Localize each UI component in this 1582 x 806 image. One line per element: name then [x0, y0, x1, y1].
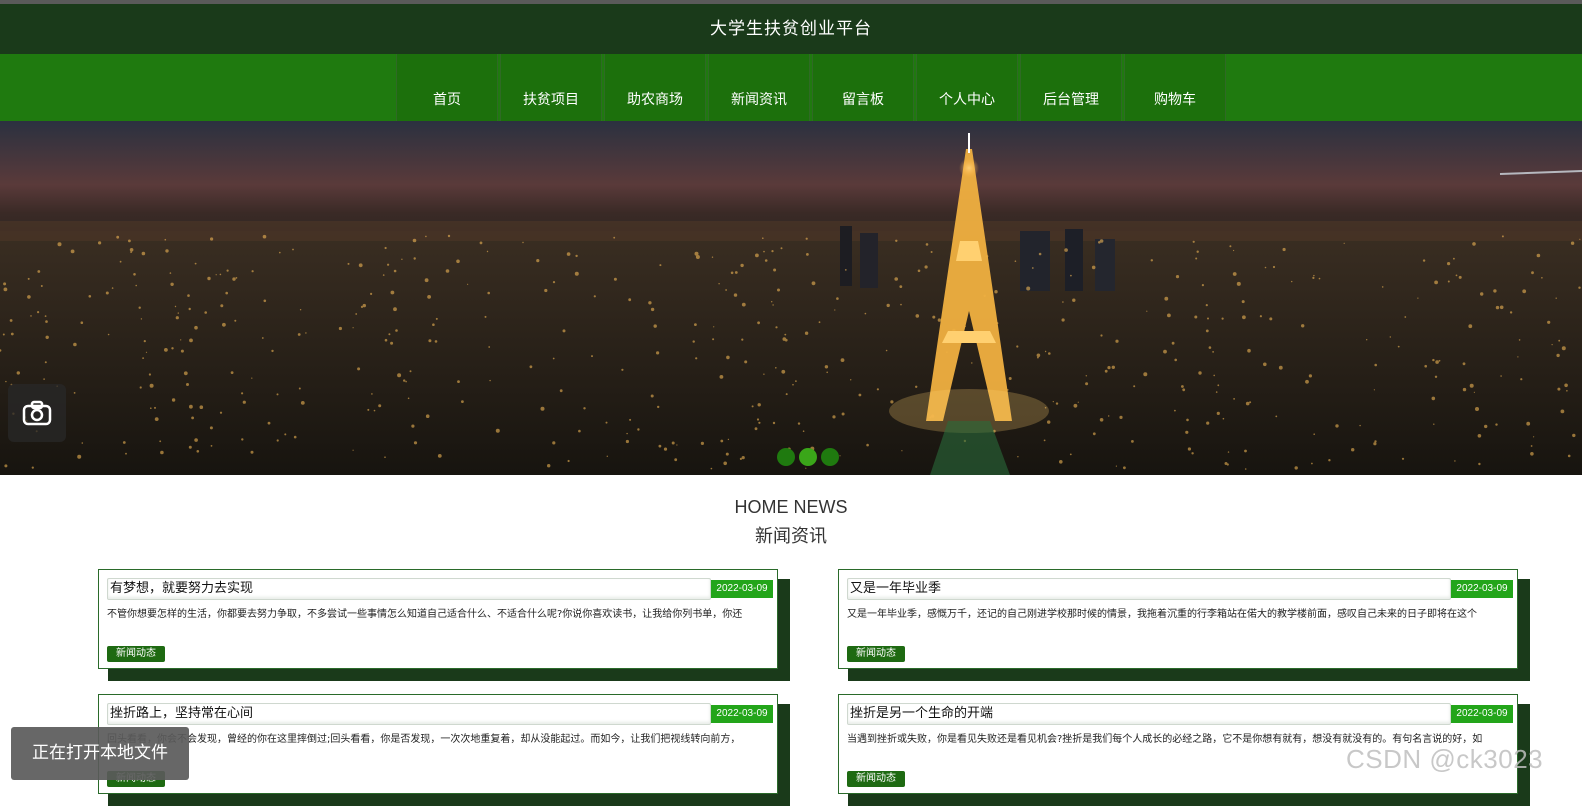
carousel-dot-1[interactable]	[777, 448, 795, 466]
news-card-tag[interactable]: 新闻动态	[847, 771, 905, 787]
news-card-body: 有梦想，就要努力去实现 2022-03-09 不管你想要怎样的生活，你都要去努力…	[98, 569, 778, 669]
site-title: 大学生扶贫创业平台	[710, 19, 872, 39]
site-title-bar: 大学生扶贫创业平台	[0, 4, 1582, 54]
news-card-tag[interactable]: 新闻动态	[107, 646, 165, 662]
news-card-summary: 不管你想要怎样的生活，你都要去努力争取，不多尝试一些事情怎么知道自己适合什么、不…	[107, 609, 743, 620]
news-card-summary: 又是一年毕业季，感慨万千，还记的自己刚进学校那时候的情景，我拖着沉重的行李箱站在…	[847, 609, 1477, 620]
news-card-tag[interactable]: 新闻动态	[847, 646, 905, 662]
news-card-title[interactable]: 挫折路上，坚持常在心间	[107, 703, 711, 725]
camera-icon	[22, 400, 52, 426]
nav-item-personal-center[interactable]: 个人中心	[916, 54, 1018, 121]
watermark: CSDN @ck3023	[1346, 744, 1544, 774]
nav-item-message-board[interactable]: 留言板	[812, 54, 914, 121]
nav-item-projects[interactable]: 扶贫项目	[500, 54, 602, 121]
nav-item-admin[interactable]: 后台管理	[1020, 54, 1122, 121]
news-card-title[interactable]: 挫折是另一个生命的开端	[847, 703, 1451, 725]
nav-item-market[interactable]: 助农商场	[604, 54, 706, 121]
city-night-image	[0, 133, 1582, 475]
opening-file-toast: 正在打开本地文件	[11, 727, 189, 780]
news-card-date: 2022-03-09	[1451, 580, 1513, 598]
nav-item-news[interactable]: 新闻资讯	[708, 54, 810, 121]
news-card-summary: 回头看看，你会不会发现，曾经的你在这里摔倒过;回头看看，你是否发现，一次次地重复…	[107, 734, 741, 745]
news-card-title[interactable]: 有梦想，就要努力去实现	[107, 578, 711, 600]
hero-carousel[interactable]	[0, 121, 1582, 475]
camera-button[interactable]	[8, 384, 66, 442]
news-card-body: 又是一年毕业季 2022-03-09 又是一年毕业季，感慨万千，还记的自己刚进学…	[838, 569, 1518, 669]
news-card[interactable]: 又是一年毕业季 2022-03-09 又是一年毕业季，感慨万千，还记的自己刚进学…	[838, 569, 1530, 681]
carousel-dot-3[interactable]	[821, 448, 839, 466]
news-card[interactable]: 挫折路上，坚持常在心间 2022-03-09 回头看看，你会不会发现，曾经的你在…	[98, 694, 790, 806]
nav-item-home[interactable]: 首页	[396, 54, 498, 121]
nav-list: 首页 扶贫项目 助农商场 新闻资讯 留言板 个人中心 后台管理 购物车	[396, 54, 1226, 121]
news-section-title-cn: 新闻资讯	[755, 526, 827, 547]
news-card-date: 2022-03-09	[711, 705, 773, 723]
news-section-title-en: HOME NEWS	[734, 497, 848, 517]
main-nav: 首页 扶贫项目 助农商场 新闻资讯 留言板 个人中心 后台管理 购物车	[0, 54, 1582, 121]
news-card-date: 2022-03-09	[711, 580, 773, 598]
carousel-dot-2[interactable]	[799, 448, 817, 466]
nav-item-cart[interactable]: 购物车	[1124, 54, 1226, 121]
news-card[interactable]: 有梦想，就要努力去实现 2022-03-09 不管你想要怎样的生活，你都要去努力…	[98, 569, 790, 681]
news-card-title[interactable]: 又是一年毕业季	[847, 578, 1451, 600]
news-card-body: 挫折路上，坚持常在心间 2022-03-09 回头看看，你会不会发现，曾经的你在…	[98, 694, 778, 794]
news-card-date: 2022-03-09	[1451, 705, 1513, 723]
